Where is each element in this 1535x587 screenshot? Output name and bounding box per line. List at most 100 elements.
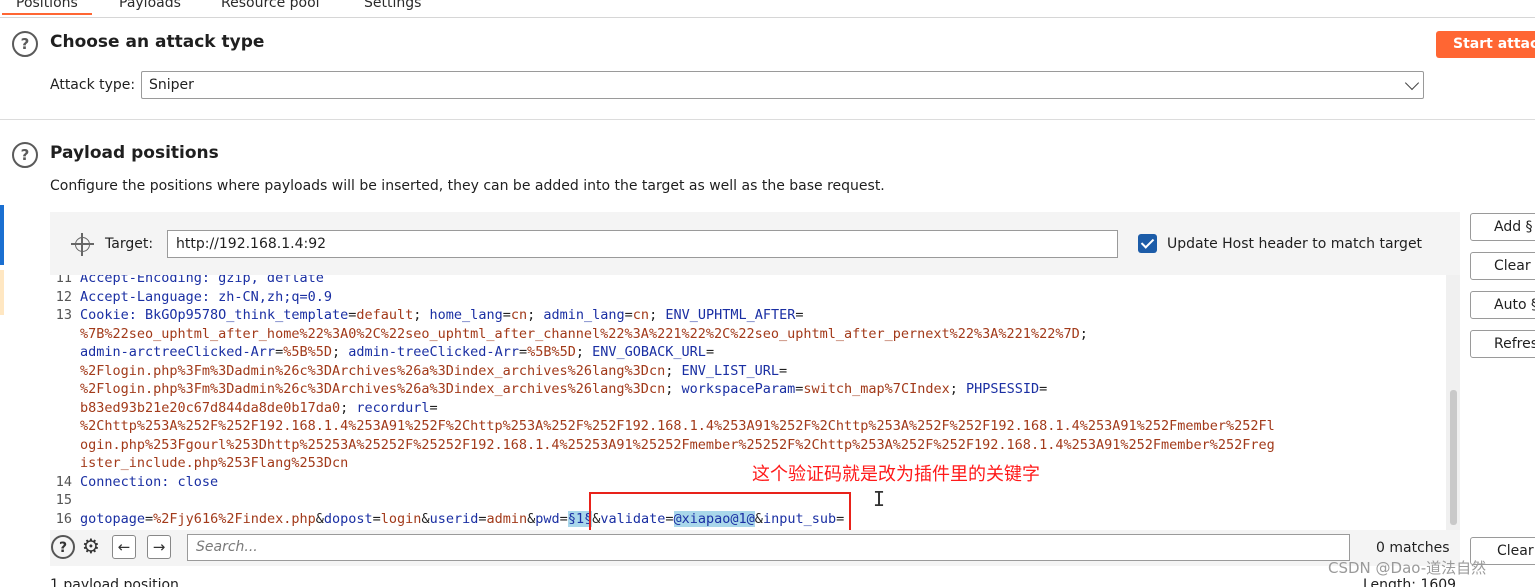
target-label: Target:: [105, 236, 154, 252]
match-count: 0 matches: [1376, 540, 1450, 556]
update-host-label: Update Host header to match target: [1167, 236, 1423, 252]
target-input[interactable]: http://192.168.1.4:92: [167, 230, 1118, 258]
line-number: 11: [55, 275, 72, 286]
line-code: Connection: close: [80, 473, 218, 491]
code-token: admin: [486, 510, 528, 527]
code-token: ;: [332, 344, 349, 360]
start-attack-button[interactable]: Start attack: [1436, 31, 1535, 58]
code-token: ;: [527, 307, 544, 323]
code-token: admin_lang: [543, 307, 625, 323]
payload-position-count: 1 payload position: [50, 577, 179, 587]
code-token: default: [356, 307, 414, 323]
help-icon[interactable]: ?: [12, 31, 38, 57]
chevron-down-icon: [1404, 75, 1420, 91]
code-token: =: [145, 510, 154, 527]
tab-payloads[interactable]: Payloads: [119, 0, 181, 11]
code-token: PHPSESSID: [965, 381, 1040, 397]
code-token: =: [559, 510, 568, 527]
line-code: Accept-Encoding: gzip, deflate: [80, 275, 324, 287]
auto-marker-button[interactable]: Auto §: [1470, 291, 1535, 319]
window-edge-accent: [0, 205, 4, 265]
line-code: %7B%22seo_uphtml_after_home%22%3A0%2C%22…: [80, 325, 1088, 343]
code-token: ogin.php%253Fgourl%253Dhttp%25253A%25252…: [80, 436, 1275, 453]
code-token: workspaceParam: [681, 381, 796, 397]
annotation-text: 这个验证码就是改为插件里的关键字: [752, 464, 1040, 485]
line-number: 15: [55, 492, 72, 508]
attack-type-value: Sniper: [149, 77, 194, 93]
code-token: =: [1039, 381, 1048, 397]
code-token: ;: [665, 362, 682, 379]
code-token: Accept-Encoding: gzip, deflate: [80, 275, 324, 286]
code-token: admin-arctreeClicked-Arr: [80, 344, 276, 360]
crosshair-icon: [71, 233, 94, 256]
code-token: %5B%5D: [527, 344, 576, 360]
refresh-button[interactable]: Refresh: [1470, 330, 1535, 358]
line-number: 16: [55, 510, 72, 527]
line-code: %2Chttp%253A%252F%252F192.168.1.4%253A91…: [80, 417, 1275, 435]
code-token: login: [380, 510, 422, 527]
code-token: &: [421, 510, 430, 527]
gear-icon[interactable]: ⚙: [79, 535, 103, 559]
attack-type-label: Attack type:: [50, 77, 136, 93]
line-number: 13: [55, 307, 72, 323]
code-token: %2Flogin.php%3Fm%3Dadmin%26c%3DArchives%…: [80, 362, 666, 379]
code-token: =: [779, 362, 788, 379]
code-token: BkGOp9578O_think_template: [145, 307, 349, 323]
section-divider: [0, 119, 1535, 120]
text-cursor-icon: I: [873, 487, 886, 511]
code-token: userid: [429, 510, 479, 527]
code-token: =: [624, 307, 633, 323]
code-token: recordurl: [356, 399, 430, 416]
code-token: ENV_GOBACK_URL: [592, 344, 706, 360]
tab-positions[interactable]: Positions: [2, 0, 92, 15]
code-token: ENV_UPHTML_AFTER: [665, 307, 796, 323]
code-token: b83ed93b21e20c67d844da8de0b17da0: [80, 399, 341, 416]
line-code: %2Flogin.php%3Fm%3Dadmin%26c%3DArchives%…: [80, 362, 787, 380]
code-token: ;: [575, 344, 593, 360]
line-code: %2Flogin.php%3Fm%3Dadmin%26c%3DArchives%…: [80, 380, 1047, 398]
attack-type-select[interactable]: Sniper: [141, 71, 1424, 99]
line-code: ister_include.php%253Flang%253Dcn: [80, 454, 348, 472]
code-token: gotopage: [80, 510, 146, 527]
tab-strip: Positions Payloads Resource pool Setting…: [0, 0, 1535, 18]
line-code: b83ed93b21e20c67d844da8de0b17da0; record…: [80, 399, 438, 417]
code-token: %7B%22seo_uphtml_after_home%22%3A0%2C%22…: [80, 325, 1080, 342]
code-token: pwd: [535, 510, 560, 527]
code-token: admin-treeClicked-Arr: [348, 344, 519, 360]
line-number: 12: [55, 288, 72, 305]
code-token: ENV_LIST_URL: [681, 362, 780, 379]
code-token: ;: [649, 307, 666, 323]
code-token: =: [275, 344, 284, 360]
help-icon[interactable]: ?: [51, 535, 75, 559]
arrow-right-icon[interactable]: →: [147, 535, 171, 559]
code-token: &: [315, 510, 324, 527]
code-token: =: [795, 307, 804, 323]
editor-scrollbar-thumb[interactable]: [1450, 390, 1457, 525]
code-token: =: [518, 344, 528, 360]
update-host-checkbox[interactable]: [1138, 234, 1157, 253]
add-marker-button[interactable]: Add §: [1470, 213, 1535, 241]
code-token: ;: [340, 399, 357, 416]
help-icon[interactable]: ?: [12, 142, 38, 168]
code-token: %2Chttp%253A%252F%252F192.168.1.4%253A91…: [80, 418, 1275, 434]
line-code: Cookie: BkGOp9578O_think_template = defaul…: [80, 306, 804, 324]
code-token: ;: [949, 381, 966, 397]
code-token: cn: [632, 307, 650, 323]
code-token: =: [372, 510, 381, 527]
arrow-left-icon[interactable]: ←: [112, 535, 136, 559]
payload-positions-description: Configure the positions where payloads w…: [50, 178, 885, 194]
code-token: Connection: close: [80, 473, 219, 490]
clear-marker-button[interactable]: Clear §: [1470, 252, 1535, 280]
tab-settings[interactable]: Settings: [364, 0, 421, 11]
tab-resource-pool[interactable]: Resource pool: [221, 0, 320, 11]
code-token: home_lang: [429, 307, 503, 323]
line-number: 14: [55, 473, 72, 490]
code-token: =: [502, 307, 511, 323]
code-token: Accept-Language: zh-CN,zh;q=0.9: [80, 288, 332, 305]
search-input[interactable]: Search...: [187, 534, 1350, 561]
code-token: ;: [665, 381, 682, 397]
code-token: =: [705, 344, 715, 360]
code-token: ister_include.php%253Flang%253Dcn: [80, 455, 349, 471]
code-token: %2Flogin.php%3Fm%3Dadmin%26c%3DArchives%…: [80, 381, 666, 397]
code-token: %5B%5D: [283, 344, 332, 360]
